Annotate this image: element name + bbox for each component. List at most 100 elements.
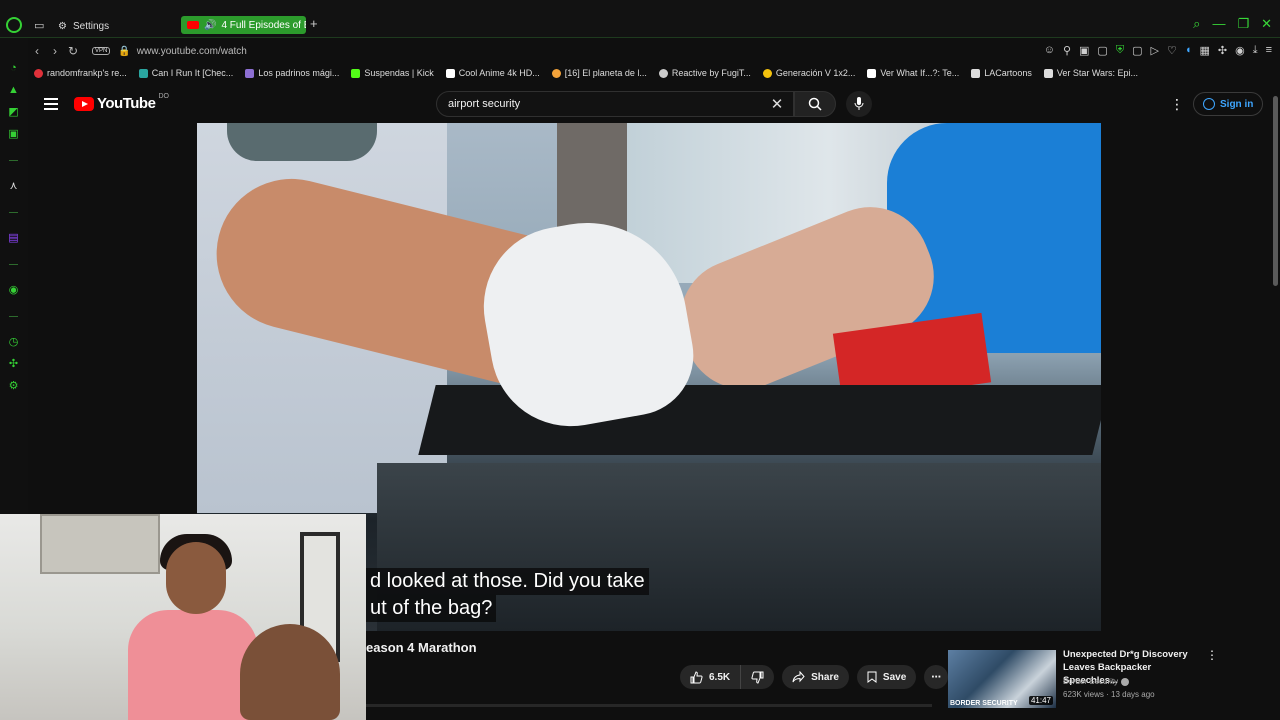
sign-in-button[interactable]: Sign in — [1193, 92, 1264, 116]
recommended-more-icon[interactable]: ⋮ — [1206, 648, 1218, 662]
bookmark-favicon-icon — [762, 68, 772, 78]
bookmark-label: Generación V 1x2... — [775, 68, 856, 78]
bookmark-label: Cool Anime 4k HD... — [458, 68, 540, 78]
page-icon — [1043, 68, 1053, 78]
spotify-icon[interactable]: ◉ — [7, 284, 20, 297]
gx-corner-icon[interactable]: ◩ — [7, 106, 20, 119]
recommended-thumbnail[interactable]: BORDER SECURITY 41:47 — [948, 650, 1056, 708]
video-title: eason 4 Marathon — [366, 640, 477, 655]
caption-line: ut of the bag? — [366, 595, 497, 622]
heart-bookmark-icon — [34, 68, 43, 78]
bookmark-item[interactable]: randomfrankp's re... — [34, 68, 127, 78]
tab-youtube-label: 4 Full Episodes of Bo — [221, 19, 306, 31]
new-tab-button[interactable]: + — [310, 16, 318, 31]
search-box[interactable]: airport security ✕ — [436, 91, 794, 117]
bookmark-item[interactable]: Reactive by FugiT... — [658, 68, 751, 78]
search-button[interactable] — [794, 91, 836, 117]
reload-icon[interactable]: ↻ — [64, 44, 82, 58]
menu-icon[interactable]: ≡ — [1266, 44, 1272, 57]
video-actions: 6.5K Share Save ⋯ — [680, 665, 949, 689]
bookmark-item[interactable]: Cool Anime 4k HD... — [445, 68, 540, 78]
settings-kebab-icon[interactable]: ⋮ — [1170, 96, 1184, 113]
youtube-masthead: YouTube DO airport security ✕ ⋮ Sign in — [28, 86, 1280, 122]
tab-youtube-active[interactable]: 🔊 4 Full Episodes of Bo — [181, 16, 306, 34]
thumbs-down-icon — [751, 671, 764, 684]
speed-dial-icon[interactable]: ◔ — [7, 62, 20, 75]
video-captions: d looked at those. Did you take ut of th… — [366, 568, 649, 622]
bookmark-item[interactable]: [16] El planeta de l... — [551, 68, 647, 78]
snapshot-icon[interactable]: ▣ — [1079, 44, 1089, 57]
clear-search-icon[interactable]: ✕ — [765, 95, 789, 113]
speaker-icon[interactable]: 🔊 — [204, 20, 216, 31]
vpn-badge[interactable]: VPN — [92, 47, 111, 55]
bookmark-favicon-icon — [658, 68, 668, 78]
bookmark-item[interactable]: Ver What If...?: Te... — [867, 68, 959, 78]
bookmark-favicon-icon — [867, 68, 877, 78]
youtube-play-icon — [74, 96, 94, 111]
forward-icon[interactable]: › — [46, 44, 64, 58]
puzzle-icon[interactable]: ✣ — [1218, 44, 1227, 57]
tab-settings[interactable]: ⚙ Settings — [58, 18, 109, 34]
settings-icon[interactable]: ⚙ — [7, 380, 20, 393]
heart-icon[interactable]: ♡ — [1167, 44, 1177, 57]
opera-logo-icon[interactable] — [6, 17, 22, 33]
send-icon[interactable]: ▷ — [1150, 44, 1158, 57]
twitch-icon[interactable]: ▤ — [7, 232, 20, 245]
thumbnail-text: BORDER SECURITY — [950, 700, 1018, 707]
shield-icon[interactable]: ⛨ — [1116, 44, 1124, 57]
voice-search-button[interactable] — [846, 91, 872, 117]
bookmark-label: Reactive by FugiT... — [671, 68, 751, 78]
page-scrollbar-thumb[interactable] — [1273, 96, 1278, 286]
more-actions-button[interactable]: ⋯ — [924, 665, 949, 689]
hamburger-menu-icon[interactable] — [44, 98, 58, 110]
extension-box-icon[interactable]: ▦ — [1199, 44, 1209, 57]
address-bar: ‹ › ↻ VPN 🔒 www.youtube.com/watch ☺ ⚲ ▣ … — [28, 40, 1280, 62]
search-tabs-icon[interactable]: ⌕ — [1193, 16, 1200, 32]
recommended-channel[interactable]: Border Security — [1063, 677, 1130, 686]
youtube-logo[interactable]: YouTube DO — [74, 93, 169, 112]
pin-icon[interactable]: ⚲ — [1063, 44, 1071, 57]
flow-icon[interactable]: ▢ — [1132, 44, 1142, 57]
maximize-icon[interactable]: ❐ — [1237, 16, 1249, 32]
url-field[interactable]: www.youtube.com/watch — [137, 46, 247, 57]
minimize-icon[interactable]: — — [1212, 16, 1225, 32]
close-icon[interactable]: ✕ — [1261, 16, 1272, 32]
apps-icon[interactable]: ⋏ — [7, 180, 20, 193]
account-icon — [1203, 98, 1215, 110]
tab-workspace-icon[interactable]: ▭ — [34, 19, 44, 32]
window-controls: ⌕ — ❐ ✕ — [1193, 16, 1272, 32]
video-frame-pillar — [557, 123, 627, 233]
messenger-icon[interactable]: ▣ — [7, 128, 20, 141]
video-frame-collar — [227, 123, 377, 161]
gx-control-icon[interactable]: ▲ — [7, 84, 20, 97]
bookmark-item[interactable]: Can I Run It [Chec... — [138, 68, 233, 78]
history-icon[interactable]: ◷ — [7, 336, 20, 349]
share-label: Share — [811, 671, 839, 683]
profile-avatar-icon[interactable]: ◉ — [1235, 44, 1245, 57]
extension-sound-icon[interactable]: ◖ — [1185, 44, 1192, 57]
search-input[interactable]: airport security — [448, 98, 765, 110]
like-button[interactable]: 6.5K — [680, 665, 741, 689]
webcam-overlay — [0, 514, 366, 720]
wallet-icon[interactable]: ▢ — [1097, 44, 1107, 57]
sign-in-label: Sign in — [1220, 98, 1254, 110]
bookmark-item[interactable]: Ver Star Wars: Epi... — [1043, 68, 1138, 78]
emoji-icon[interactable]: ☺ — [1044, 44, 1055, 57]
tab-settings-label: Settings — [72, 20, 110, 32]
dislike-button[interactable] — [740, 665, 775, 689]
recommended-video[interactable]: BORDER SECURITY 41:47 Unexpected Dr*g Di… — [948, 648, 1220, 708]
bookmark-item[interactable]: Los padrinos mági... — [245, 68, 339, 78]
extensions-icon[interactable]: ✣ — [7, 358, 20, 371]
bookmark-item[interactable]: Generación V 1x2... — [762, 68, 856, 78]
webcam-person-shirt — [128, 610, 258, 720]
save-button[interactable]: Save — [856, 665, 917, 689]
share-button[interactable]: Share — [782, 665, 849, 689]
back-icon[interactable]: ‹ — [28, 44, 46, 58]
caption-line: d looked at those. Did you take — [366, 568, 649, 595]
browser-tab-bar: ▭ ⚙ Settings 🔊 4 Full Episodes of Bo + ⌕… — [0, 0, 1280, 38]
bookmark-item[interactable]: Suspendas | Kick — [351, 68, 434, 78]
bookmark-favicon-icon — [138, 68, 148, 78]
bookmark-item[interactable]: LACartoons — [971, 68, 1032, 78]
download-icon[interactable]: ⤓ — [1253, 44, 1258, 57]
bookmarks-bar: randomfrankp's re... Can I Run It [Chec.… — [28, 64, 1280, 82]
